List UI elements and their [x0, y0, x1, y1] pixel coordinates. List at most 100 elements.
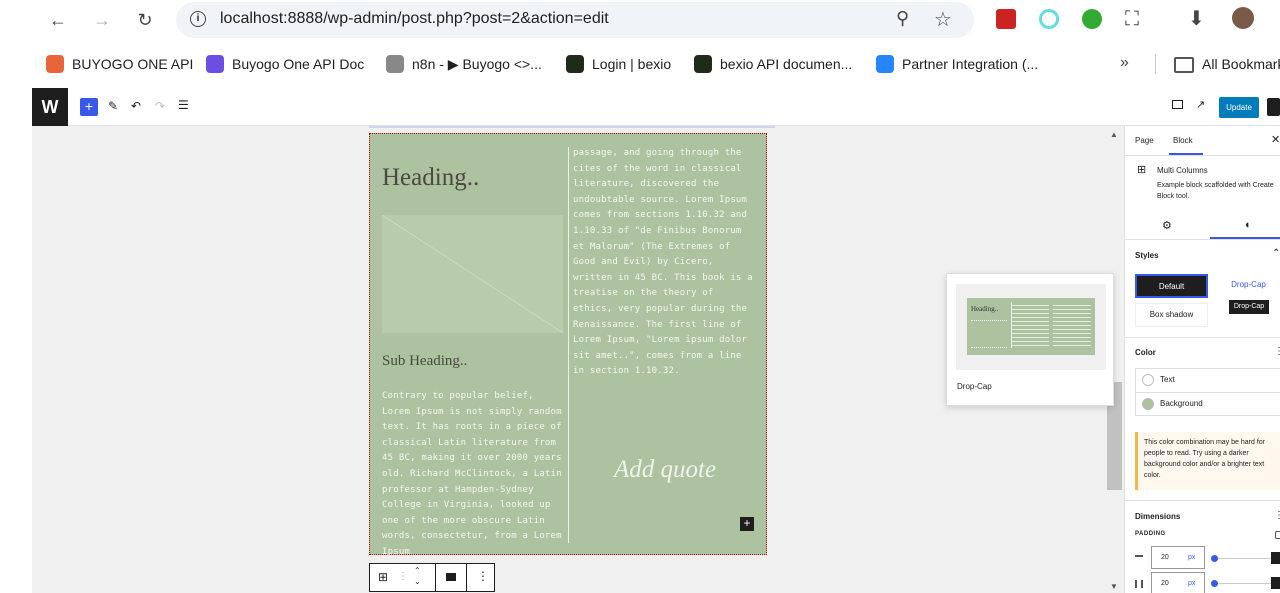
bookmark-item[interactable]: Partner Integration (...	[876, 54, 1038, 74]
download-icon[interactable]: ⬇	[1188, 6, 1205, 31]
extension-icon[interactable]	[1039, 9, 1059, 29]
padding-slider-thumb[interactable]	[1211, 555, 1218, 562]
settings-icon[interactable]	[1271, 552, 1280, 564]
settings-sidebar: Page Block ✕ ⊞ Multi Columns Example blo…	[1124, 126, 1280, 593]
close-icon[interactable]: ✕	[1271, 133, 1280, 146]
padding-vertical-input[interactable]: 20 px	[1151, 546, 1205, 569]
column-1-text[interactable]: Contrary to popular belief, Lorem Ipsum …	[382, 389, 566, 561]
reload-icon[interactable]: ↻	[133, 8, 157, 32]
scroll-down-icon[interactable]: ▼	[1110, 582, 1118, 591]
padding-slider-thumb[interactable]	[1211, 580, 1218, 587]
color-section-title: Color	[1135, 348, 1156, 357]
quote-placeholder[interactable]: Add quote	[614, 456, 716, 484]
image-placeholder[interactable]	[382, 215, 563, 333]
block-type-icon: ⊞	[1137, 164, 1147, 176]
bookmark-label: bexio API documen...	[720, 56, 853, 72]
extension-icon[interactable]	[1082, 9, 1102, 29]
update-button[interactable]: Update	[1219, 97, 1259, 118]
forward-icon[interactable]: →	[90, 8, 114, 32]
all-bookmarks[interactable]: All Bookmarks	[1174, 54, 1280, 74]
zoom-icon[interactable]: ⚲	[896, 8, 909, 29]
bookmark-label: BUYOGO ONE API	[72, 56, 194, 72]
style-dropcap-button[interactable]: Drop-Cap	[1212, 274, 1280, 298]
padding-unit[interactable]: px	[1188, 573, 1195, 593]
bookmark-item[interactable]: Buyogo One API Doc	[206, 54, 364, 74]
bookmark-label: Login | bexio	[592, 56, 672, 72]
block-heading[interactable]: Heading..	[382, 164, 479, 192]
column-divider	[568, 147, 569, 543]
padding-horizontal-input[interactable]: 20 px	[1151, 572, 1205, 593]
style-box-shadow-button[interactable]: Box shadow	[1135, 303, 1208, 327]
bookmark-item[interactable]: Login | bexio	[566, 54, 671, 74]
tab-page[interactable]: Page	[1135, 136, 1154, 145]
move-up-icon[interactable]: ⌃	[414, 566, 421, 575]
address-bar[interactable]: i localhost:8888/wp-admin/post.php?post=…	[176, 2, 974, 38]
block-name: Multi Columns	[1157, 166, 1208, 175]
bookmark-label: Buyogo One API Doc	[232, 56, 365, 72]
bookmark-label: n8n - ▶ Buyogo <>...	[412, 56, 542, 72]
block-sub-heading[interactable]: Sub Heading..	[382, 353, 467, 370]
bookmark-item[interactable]: n8n - ▶ Buyogo <>...	[386, 54, 542, 74]
block-description: Example block scaffolded with Create Blo…	[1157, 182, 1274, 200]
divider	[1125, 500, 1280, 501]
bookmark-star-icon[interactable]: ☆	[934, 7, 952, 32]
color-text-row[interactable]: Text	[1135, 368, 1280, 392]
extensions-puzzle-icon[interactable]: ⛶	[1125, 8, 1139, 31]
dimensions-section-title: Dimensions	[1135, 512, 1181, 521]
padding-unit[interactable]: px	[1188, 547, 1195, 568]
link-sides-icon[interactable]	[1275, 531, 1280, 539]
side-icon	[1135, 555, 1143, 563]
external-preview-icon[interactable]: ↗	[1196, 98, 1205, 111]
tooltip: Drop-Cap	[1229, 300, 1269, 314]
editor-toolbar: W + ✎ ↶ ↷ ☰ ↗ Update	[32, 88, 1280, 126]
divider	[466, 564, 467, 591]
style-preview-popover: Heading.. Drop-Cap	[946, 273, 1114, 406]
preview-text-lines	[1053, 302, 1091, 348]
more-options-icon[interactable]: ⋮	[1274, 346, 1280, 357]
redo-icon[interactable]: ↷	[155, 99, 165, 113]
style-default-button[interactable]: Default	[1135, 274, 1208, 298]
site-info-icon[interactable]: i	[190, 11, 206, 27]
chevron-up-icon[interactable]: ⌃	[1272, 248, 1280, 259]
bookmark-label: Partner Integration (...	[902, 56, 1039, 72]
add-block-icon[interactable]: +	[740, 517, 754, 531]
back-icon[interactable]: ←	[46, 8, 70, 32]
padding-slider-track[interactable]	[1215, 583, 1271, 584]
padding-label: PADDING	[1135, 531, 1166, 537]
image-placeholder-icon	[382, 215, 563, 333]
undo-icon[interactable]: ↶	[131, 99, 141, 113]
block-type-icon[interactable]: ⊞	[378, 570, 388, 584]
color-background-row[interactable]: Background	[1135, 392, 1280, 416]
more-bookmarks-icon[interactable]: »	[1120, 54, 1129, 72]
divider	[1155, 54, 1156, 74]
move-down-icon[interactable]: ⌄	[414, 577, 421, 586]
view-icon[interactable]	[1172, 100, 1183, 109]
tab-block[interactable]: Block	[1173, 136, 1193, 145]
canvas-top-bar	[369, 126, 775, 128]
color-swatch	[1142, 374, 1154, 386]
padding-value: 20	[1161, 554, 1169, 561]
styles-section-title[interactable]: Styles	[1135, 251, 1159, 260]
bookmark-item[interactable]: bexio API documen...	[694, 54, 852, 74]
more-options-icon[interactable]: ⋮	[477, 569, 489, 583]
settings-icon[interactable]	[1271, 577, 1280, 589]
settings-gear-icon[interactable]: ⚙	[1162, 219, 1172, 232]
list-view-icon[interactable]: ☰	[178, 98, 189, 112]
drag-handle-icon[interactable]: ⋮	[398, 571, 408, 582]
more-options-icon[interactable]: ⋮	[1274, 510, 1280, 521]
wordpress-logo-icon[interactable]: W	[32, 88, 68, 126]
left-gutter	[0, 88, 32, 593]
all-bookmarks-label: All Bookmarks	[1202, 56, 1280, 72]
padding-slider-track[interactable]	[1215, 558, 1271, 559]
align-icon[interactable]	[446, 573, 456, 581]
settings-toggle-icon[interactable]	[1267, 98, 1280, 116]
avatar[interactable]	[1232, 7, 1254, 29]
multi-columns-block[interactable]: Heading.. Sub Heading.. Contrary to popu…	[369, 133, 767, 557]
bookmark-item[interactable]: BUYOGO ONE API	[46, 54, 193, 74]
extension-icon[interactable]	[996, 9, 1016, 29]
styles-contrast-icon[interactable]: ◐	[1245, 219, 1252, 231]
scroll-up-icon[interactable]: ▲	[1110, 130, 1118, 139]
add-block-icon[interactable]: +	[80, 98, 98, 116]
column-2-text[interactable]: passage, and going through the cites of …	[573, 146, 757, 380]
pencil-tool-icon[interactable]: ✎	[108, 99, 118, 113]
